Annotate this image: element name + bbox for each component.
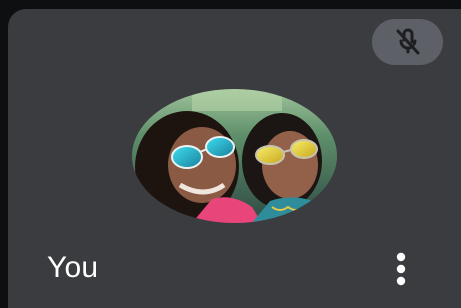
more-vertical-icon: [396, 252, 406, 286]
more-options-button[interactable]: [385, 249, 417, 289]
participant-tile: You: [8, 9, 461, 308]
mic-muted-button[interactable]: [372, 19, 443, 65]
participant-avatar: [132, 89, 337, 223]
avatar-photo: [132, 89, 337, 223]
participant-name: You: [47, 251, 99, 284]
mic-off-icon: [396, 28, 419, 55]
